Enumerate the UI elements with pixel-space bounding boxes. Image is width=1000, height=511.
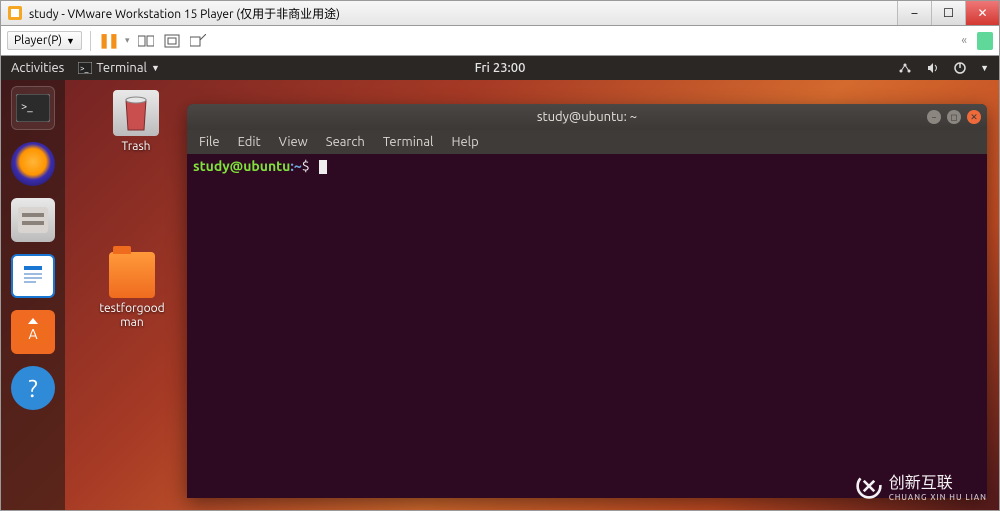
vmware-toolbar: Player(P)▼ ❚❚ ▾ « xyxy=(0,26,1000,56)
terminal-window: study@ubuntu: ~ − ◻ ✕ File Edit View Sea… xyxy=(187,104,987,498)
terminal-menu-edit[interactable]: Edit xyxy=(238,135,261,149)
toolbar-separator xyxy=(90,31,91,51)
terminal-title-text: study@ubuntu: ~ xyxy=(537,110,637,124)
watermark: 创新互联 CHUANG XIN HU LIAN xyxy=(855,469,987,502)
system-status-area[interactable]: ▼ xyxy=(898,62,989,74)
send-ctrl-alt-del-icon[interactable] xyxy=(137,32,155,50)
desktop-trash-label: Trash xyxy=(101,140,171,153)
desktop-folder-label: testforgoodman xyxy=(97,302,167,330)
host-window-title: study - VMware Workstation 15 Player (仅用… xyxy=(29,5,340,22)
notes-icon[interactable] xyxy=(977,32,993,50)
terminal-menu-terminal[interactable]: Terminal xyxy=(383,135,434,149)
network-icon xyxy=(898,62,912,74)
sound-icon xyxy=(926,62,940,74)
dock-help[interactable]: ? xyxy=(11,366,55,410)
svg-text:A: A xyxy=(28,326,37,342)
terminal-menu-view[interactable]: View xyxy=(279,135,308,149)
collapse-toolbar-button[interactable]: « xyxy=(961,34,967,47)
host-close-button[interactable]: ✕ xyxy=(965,1,999,25)
unity-icon[interactable] xyxy=(189,32,207,50)
host-minimize-button[interactable]: – xyxy=(897,1,931,25)
svg-text:>_: >_ xyxy=(21,101,33,113)
pause-dropdown-icon[interactable]: ▾ xyxy=(125,35,130,46)
terminal-menu-help[interactable]: Help xyxy=(451,135,478,149)
pause-icon[interactable]: ❚❚ xyxy=(99,32,117,50)
terminal-body[interactable]: study@ubuntu:~$ xyxy=(187,154,987,498)
guest-desktop: Activities >_ Terminal▼ Fri 23:00 ▼ >_ A xyxy=(0,56,1000,511)
app-menu-button[interactable]: >_ Terminal▼ xyxy=(78,61,160,75)
clock[interactable]: Fri 23:00 xyxy=(475,61,526,75)
terminal-titlebar[interactable]: study@ubuntu: ~ − ◻ ✕ xyxy=(187,104,987,130)
dock-terminal[interactable]: >_ xyxy=(11,86,55,130)
dock-libreoffice-writer[interactable] xyxy=(11,254,55,298)
dock-files[interactable] xyxy=(11,198,55,242)
watermark-logo-icon xyxy=(855,472,883,500)
desktop-trash[interactable]: Trash xyxy=(101,90,171,153)
prompt-path: ~ xyxy=(294,158,302,174)
terminal-indicator-icon: >_ xyxy=(78,62,92,74)
activities-button[interactable]: Activities xyxy=(11,61,64,75)
terminal-minimize-button[interactable]: − xyxy=(927,110,941,124)
terminal-cursor xyxy=(319,160,327,174)
watermark-main: 创新互联 xyxy=(889,474,953,492)
dock-ubuntu-software[interactable]: A xyxy=(11,310,55,354)
gnome-topbar: Activities >_ Terminal▼ Fri 23:00 ▼ xyxy=(1,56,999,80)
fullscreen-icon[interactable] xyxy=(163,32,181,50)
host-window-titlebar: study - VMware Workstation 15 Player (仅用… xyxy=(0,0,1000,26)
vmware-app-icon xyxy=(5,6,25,20)
prompt-symbol: $ xyxy=(302,158,310,174)
trash-icon xyxy=(113,90,159,136)
power-icon xyxy=(954,62,966,74)
dock-firefox[interactable] xyxy=(11,142,55,186)
terminal-maximize-button[interactable]: ◻ xyxy=(947,110,961,124)
terminal-menu-file[interactable]: File xyxy=(199,135,220,149)
desktop-folder-testforgoodman[interactable]: testforgoodman xyxy=(97,252,167,330)
terminal-menubar: File Edit View Search Terminal Help xyxy=(187,130,987,154)
player-menu-button[interactable]: Player(P)▼ xyxy=(7,31,82,50)
host-maximize-button[interactable]: ☐ xyxy=(931,1,965,25)
terminal-menu-search[interactable]: Search xyxy=(326,135,365,149)
svg-text:>_: >_ xyxy=(80,64,89,73)
watermark-sub: CHUANG XIN HU LIAN xyxy=(889,493,987,502)
folder-icon xyxy=(109,252,155,298)
prompt-userhost: study@ubuntu xyxy=(193,158,290,174)
terminal-close-button[interactable]: ✕ xyxy=(967,110,981,124)
dock: >_ A ? xyxy=(1,80,65,510)
